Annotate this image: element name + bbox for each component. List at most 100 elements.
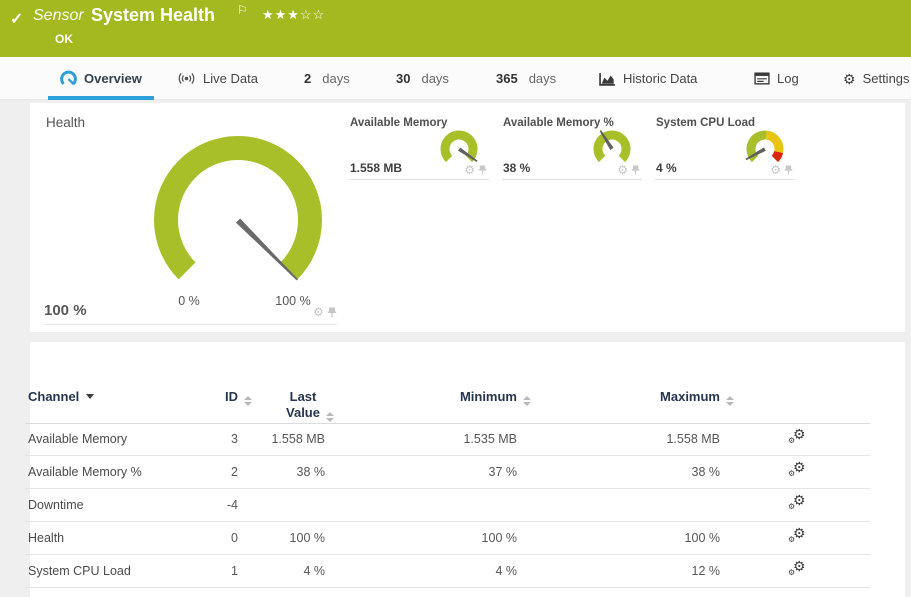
tab-log-label: Log [777,71,799,86]
tab-365-days[interactable]: 365 days [496,57,556,100]
channel-settings-button[interactable]: ⚙⚙ [788,462,808,482]
small-gauge-title: Available Memory [350,117,447,129]
tab-overview[interactable]: Overview [60,57,142,100]
small-gauge-system-cpu-load: System CPU Load 4 % ⚙ [655,113,795,180]
sort-arrows-icon [326,412,334,422]
prtg-sensor-page: ✓ Sensor System Health ⚐ ★★★☆☆ OK Overvi… [0,0,911,597]
sort-arrows-icon [726,396,734,406]
gauge-settings-icon[interactable]: ⚙ [464,164,475,176]
sort-caret-icon [86,394,94,399]
tab-365-days-label: days [529,71,556,86]
tab-settings-label: Settings [863,71,910,86]
cell-minimum: 1.535 MB [407,432,517,446]
small-gauge-available-memory: Available Memory 1.558 MB ⚙ [349,113,489,180]
gauge-settings-icon[interactable]: ⚙ [770,164,781,176]
channel-settings-button[interactable]: ⚙⚙ [788,561,808,581]
cell-last-value: 1.558 MB [245,432,325,446]
gauges-panel: Health 0 % 100 % 100 % ⚙ Available Memor… [30,103,905,332]
small-gauge-value: 38 % [503,161,530,175]
gears-icon: ⚙⚙ [788,429,808,449]
column-header-id[interactable]: ID [130,389,238,406]
small-gauge-available-memory-pct: Available Memory % 38 % ⚙ [502,113,642,180]
cell-channel[interactable]: Health [28,531,64,545]
gauge-settings-icon[interactable]: ⚙ [313,306,324,318]
health-gauge [148,130,328,310]
gauge-actions: ⚙ [770,164,793,176]
tab-30-days[interactable]: 30 days [396,57,449,100]
tab-settings[interactable]: ⚙ Settings [843,57,910,100]
cell-last-value: 38 % [245,465,325,479]
cell-channel[interactable]: Downtime [28,498,84,512]
column-header-channel[interactable]: Channel [28,389,94,404]
tab-30-days-number: 30 [396,71,410,86]
cell-channel[interactable]: Available Memory % [28,465,142,479]
tab-2-days-label: days [322,71,349,86]
gears-icon: ⚙⚙ [788,561,808,581]
channel-settings-button[interactable]: ⚙⚙ [788,495,808,515]
column-header-last-value[interactable]: LastValue [253,389,353,422]
table-row: Downtime -4 ⚙⚙ [25,489,870,522]
channel-settings-button[interactable]: ⚙⚙ [788,528,808,548]
sensor-status-text: OK [55,32,73,46]
column-header-minimum[interactable]: Minimum [407,389,517,406]
gauge-settings-icon[interactable]: ⚙ [617,164,628,176]
flag-icon[interactable]: ⚐ [237,3,248,17]
pin-icon[interactable] [327,307,337,318]
tab-live-data[interactable]: Live Data [177,57,258,100]
cell-id: 3 [130,432,238,446]
area-chart-icon [599,72,616,86]
tab-bar: Overview Live Data 2 days 30 days 365 da… [0,57,911,100]
cell-maximum: 1.558 MB [610,432,720,446]
table-row: Available Memory % 2 38 % 37 % 38 % ⚙⚙ [25,456,870,489]
cell-last-value: 4 % [245,564,325,578]
cell-id: 2 [130,465,238,479]
cell-maximum: 38 % [610,465,720,479]
gears-icon: ⚙⚙ [788,462,808,482]
cell-maximum: 12 % [610,564,720,578]
gauge-actions: ⚙ [464,164,487,176]
cell-minimum: 100 % [407,531,517,545]
tab-overview-label: Overview [84,71,142,86]
tab-historic-data-label: Historic Data [623,71,697,86]
gear-icon: ⚙ [843,72,856,86]
channel-settings-button[interactable]: ⚙⚙ [788,429,808,449]
small-gauge-value: 1.558 MB [350,161,402,175]
cell-channel[interactable]: Available Memory [28,432,127,446]
tab-historic-data[interactable]: Historic Data [599,57,697,100]
tab-log[interactable]: Log [754,57,799,100]
pin-icon[interactable] [784,165,793,175]
cell-id: 0 [130,531,238,545]
tab-2-days-number: 2 [304,71,311,86]
table-header: Channel ID LastValue Minimum Maximum [25,382,870,423]
cell-last-value: 100 % [245,531,325,545]
priority-stars[interactable]: ★★★☆☆ [262,7,325,23]
broadcast-icon [177,71,196,86]
small-gauge-value: 4 % [656,161,677,175]
stars-filled: ★★★ [262,7,300,22]
main-gauge-title: Health [46,115,85,130]
cell-minimum: 37 % [407,465,517,479]
sort-arrows-icon [523,396,531,406]
log-list-icon [754,72,770,85]
pin-icon[interactable] [478,165,487,175]
cell-id: 1 [130,564,238,578]
sensor-type-label: Sensor [33,7,84,25]
table-row: Available Memory 3 1.558 MB 1.535 MB 1.5… [25,423,870,456]
cell-channel[interactable]: System CPU Load [28,564,131,578]
pin-icon[interactable] [631,165,640,175]
tab-2-days[interactable]: 2 days [304,57,350,100]
column-header-maximum[interactable]: Maximum [610,389,720,406]
gauge-scale-min: 0 % [159,294,219,308]
table-row: Health 0 100 % 100 % 100 % ⚙⚙ [25,522,870,555]
stars-empty: ☆☆ [300,7,325,22]
gauge-icon [60,70,77,87]
gauge-actions: ⚙ [313,306,337,318]
divider [44,324,337,325]
small-gauge-title: System CPU Load [656,117,755,129]
tab-30-days-label: days [421,71,448,86]
health-gauge-value: 100 % [44,302,87,319]
tab-365-days-number: 365 [496,71,518,86]
cell-maximum: 100 % [610,531,720,545]
gears-icon: ⚙⚙ [788,528,808,548]
table-row: System CPU Load 1 4 % 4 % 12 % ⚙⚙ [25,555,870,588]
